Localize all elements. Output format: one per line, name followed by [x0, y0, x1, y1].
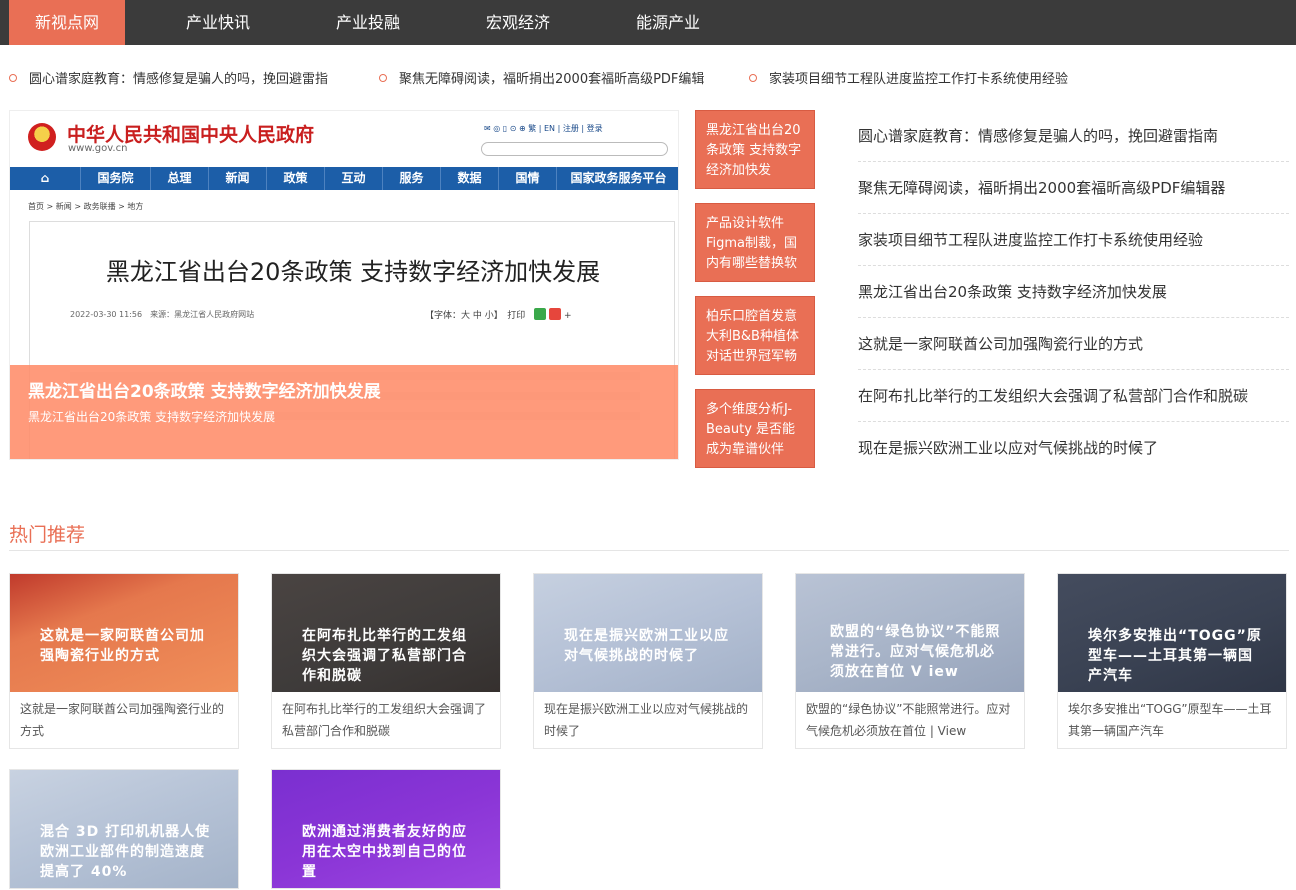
gov-article-meta: 2022-03-30 11:56 来源：黑龙江省人民政府网站: [70, 310, 255, 319]
hot-card-thumb[interactable]: 欧盟的“绿色协议”不能照常进行。应对气候危机必须放在首位 V iew: [796, 574, 1024, 692]
hot-card[interactable]: 现在是振兴欧洲工业以应对气候挑战的时候了 现在是振兴欧洲工业以应对气候挑战的时候…: [533, 573, 763, 749]
ticker-item[interactable]: 家装项目细节工程队进度监控工作打卡系统使用经验: [749, 68, 1068, 87]
bullet-icon: [749, 74, 757, 82]
bullet-icon: [379, 74, 387, 82]
headline-link[interactable]: 黑龙江省出台20条政策 支持数字经济加快发展: [858, 266, 1289, 318]
top-nav: 新视点网 产业快讯 产业投融 宏观经济 能源产业: [0, 0, 1296, 45]
hot-card-caption[interactable]: 现在是振兴欧洲工业以应对气候挑战的时候了: [534, 692, 762, 748]
hot-card[interactable]: 埃尔多安推出“TOGG”原型车——土耳其第一辆国产汽车 埃尔多安推出“TOGG”…: [1057, 573, 1287, 749]
headline-link[interactable]: 这就是一家阿联酋公司加强陶瓷行业的方式: [858, 318, 1289, 370]
nav-item-macro-economy[interactable]: 宏观经济: [460, 0, 576, 45]
gov-home-icon: ⌂: [40, 171, 50, 185]
hot-card[interactable]: 混合 3D 打印机机器人使欧洲工业部件的制造速度提高了 40%: [9, 769, 239, 889]
hot-card-thumb[interactable]: 这就是一家阿联酋公司加强陶瓷行业的方式: [10, 574, 238, 692]
hot-card-caption[interactable]: 埃尔多安推出“TOGG”原型车——土耳其第一辆国产汽车: [1058, 692, 1286, 748]
hero-image-gov-header: 中华人民共和国中央人民政府 www.gov.cn ✉ ◎ ▯ ⊙ ⊕ 繁 | E…: [10, 111, 678, 165]
section-title-hot: 热门推荐: [9, 524, 86, 546]
headline-link[interactable]: 家装项目细节工程队进度监控工作打卡系统使用经验: [858, 214, 1289, 266]
side-feature-box[interactable]: 多个维度分析J-Beauty 是否能成为靠谱伙伴: [695, 389, 815, 468]
nav-item-industry-news[interactable]: 产业快讯: [160, 0, 276, 45]
gov-breadcrumb: 首页 > 新闻 > 政务联播 > 地方: [28, 202, 144, 211]
side-feature-box[interactable]: 柏乐口腔首发意大利B&B种植体 对话世界冠军畅: [695, 296, 815, 375]
gov-menu-item: 政策: [266, 167, 324, 190]
news-ticker: 圆心谱家庭教育：情感修复是骗人的吗，挽回避雷指 聚焦无障碍阅读，福昕捐出2000…: [0, 62, 1296, 92]
hot-card[interactable]: 在阿布扎比举行的工发组织大会强调了私营部门合作和脱碳 在阿布扎比举行的工发组织大…: [271, 573, 501, 749]
hot-card-caption[interactable]: 欧盟的“绿色协议”不能照常进行。应对气候危机必须放在首位 | View: [796, 692, 1024, 748]
hot-card[interactable]: 欧洲通过消费者友好的应用在太空中找到自己的位置: [271, 769, 501, 889]
hot-card[interactable]: 这就是一家阿联酋公司加强陶瓷行业的方式 这就是一家阿联酋公司加强陶瓷行业的方式: [9, 573, 239, 749]
bullet-icon: [9, 74, 17, 82]
headline-link[interactable]: 圆心谱家庭教育：情感修复是骗人的吗，挽回避雷指南: [858, 110, 1289, 162]
hot-card-thumb[interactable]: 混合 3D 打印机机器人使欧洲工业部件的制造速度提高了 40%: [10, 770, 238, 888]
hot-card-caption[interactable]: 在阿布扎比举行的工发组织大会强调了私营部门合作和脱碳: [272, 692, 500, 748]
gov-menu-item: 国情: [498, 167, 556, 190]
wechat-icon: [534, 308, 547, 320]
hot-card-thumb[interactable]: 欧洲通过消费者友好的应用在太空中找到自己的位置: [272, 770, 500, 888]
headline-link[interactable]: 在阿布扎比举行的工发组织大会强调了私营部门合作和脱碳: [858, 370, 1289, 422]
hot-card[interactable]: 欧盟的“绿色协议”不能照常进行。应对气候危机必须放在首位 V iew 欧盟的“绿…: [795, 573, 1025, 749]
gov-menu-item: 新闻: [208, 167, 266, 190]
nav-item-investment[interactable]: 产业投融: [310, 0, 426, 45]
gov-article-title: 黑龙江省出台20条政策 支持数字经济加快发展: [105, 258, 601, 286]
side-feature-box[interactable]: 产品设计软件Figma制裁，国内有哪些替换软: [695, 203, 815, 282]
section-divider: [9, 550, 1289, 551]
gov-menu-item: 服务: [382, 167, 440, 190]
nav-item-energy[interactable]: 能源产业: [610, 0, 726, 45]
side-feature-box[interactable]: 黑龙江省出台20条政策 支持数字经济加快发: [695, 110, 815, 189]
weibo-icon: [549, 308, 562, 320]
ticker-item[interactable]: 圆心谱家庭教育：情感修复是骗人的吗，挽回避雷指: [9, 68, 328, 87]
headline-list: 圆心谱家庭教育：情感修复是骗人的吗，挽回避雷指南 聚焦无障碍阅读，福昕捐出200…: [858, 110, 1289, 474]
gov-menu-item: 互动: [324, 167, 382, 190]
nav-item-home[interactable]: 新视点网: [9, 0, 125, 45]
hot-card-thumb[interactable]: 埃尔多安推出“TOGG”原型车——土耳其第一辆国产汽车: [1058, 574, 1286, 692]
hot-card-thumb[interactable]: 在阿布扎比举行的工发组织大会强调了私营部门合作和脱碳: [272, 574, 500, 692]
hero-caption[interactable]: 黑龙江省出台20条政策 支持数字经济加快发展 黑龙江省出台20条政策 支持数字经…: [10, 365, 678, 459]
hero-caption-subtitle: 黑龙江省出台20条政策 支持数字经济加快发展: [28, 410, 276, 424]
gov-menu-item: 总理: [150, 167, 208, 190]
hot-card-caption[interactable]: 这就是一家阿联酋公司加强陶瓷行业的方式: [10, 692, 238, 748]
gov-site-url: www.gov.cn: [68, 143, 128, 154]
gov-menu-bar: ⌂ 国务院 总理 新闻 政策 互动 服务 数据 国情 国家政务服务平台: [10, 167, 678, 190]
hero-slide[interactable]: 中华人民共和国中央人民政府 www.gov.cn ✉ ◎ ▯ ⊙ ⊕ 繁 | E…: [9, 110, 679, 460]
hot-card-thumb[interactable]: 现在是振兴欧洲工业以应对气候挑战的时候了: [534, 574, 762, 692]
hero-caption-title[interactable]: 黑龙江省出台20条政策 支持数字经济加快发展: [28, 377, 381, 402]
gov-menu-item: 国务院: [80, 167, 150, 190]
headline-link[interactable]: 现在是振兴欧洲工业以应对气候挑战的时候了: [858, 422, 1289, 474]
headline-link[interactable]: 聚焦无障碍阅读，福昕捐出2000套福昕高级PDF编辑器: [858, 162, 1289, 214]
gov-menu-item: 国家政务服务平台: [556, 167, 678, 190]
ticker-item[interactable]: 聚焦无障碍阅读，福昕捐出2000套福昕高级PDF编辑: [379, 68, 704, 87]
gov-menu-item: 数据: [440, 167, 498, 190]
gov-article-tools: 【字体：大 中 小】 打印 +: [425, 308, 572, 321]
national-emblem-icon: [28, 123, 56, 151]
gov-header-links: ✉ ◎ ▯ ⊙ ⊕ 繁 | EN | 注册 | 登录: [484, 124, 603, 133]
gov-search-box: [481, 142, 668, 156]
